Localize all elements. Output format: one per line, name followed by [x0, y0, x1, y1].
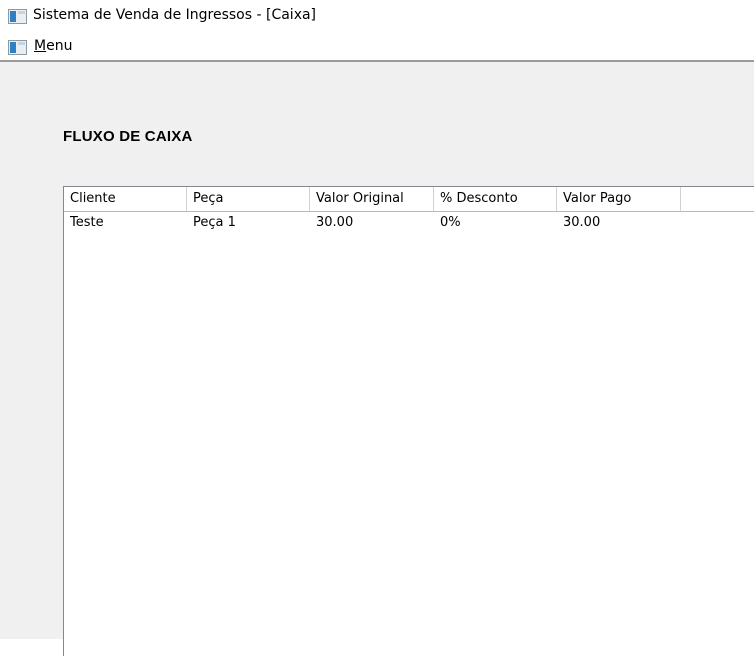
menu-mnemonic: M: [34, 38, 47, 54]
column-header-desconto[interactable]: % Desconto: [434, 187, 557, 211]
cash-flow-list[interactable]: Cliente Peça Valor Original % Desconto V…: [63, 186, 754, 656]
mdi-child-icon[interactable]: [8, 40, 27, 55]
page-title: FLUXO DE CAIXA: [63, 128, 193, 145]
client-area: FLUXO DE CAIXA Cliente Peça Valor Origin…: [0, 60, 754, 656]
cell-valor-original: 30.00: [316, 215, 354, 230]
app-window-icon[interactable]: [8, 9, 27, 24]
column-header-valor-original[interactable]: Valor Original: [310, 187, 434, 211]
cell-valor-pago: 30.00: [563, 215, 601, 230]
table-row[interactable]: Teste Peça 1 30.00 0% 30.00: [64, 212, 754, 234]
menu-bar: Menu: [0, 34, 754, 60]
cell-cliente: Teste: [70, 215, 104, 230]
list-header: Cliente Peça Valor Original % Desconto V…: [64, 187, 754, 212]
cell-desconto: 0%: [440, 215, 461, 230]
menu-label: enu: [46, 38, 73, 54]
column-header-peca[interactable]: Peça: [187, 187, 310, 211]
column-header-cliente[interactable]: Cliente: [64, 187, 187, 211]
window-title: Sistema de Venda de Ingressos - [Caixa]: [33, 7, 317, 23]
menu-item-menu[interactable]: Menu: [34, 38, 72, 54]
column-header-valor-pago[interactable]: Valor Pago: [557, 187, 681, 211]
title-bar[interactable]: Sistema de Venda de Ingressos - [Caixa]: [0, 0, 754, 34]
cell-peca: Peça 1: [193, 215, 236, 230]
